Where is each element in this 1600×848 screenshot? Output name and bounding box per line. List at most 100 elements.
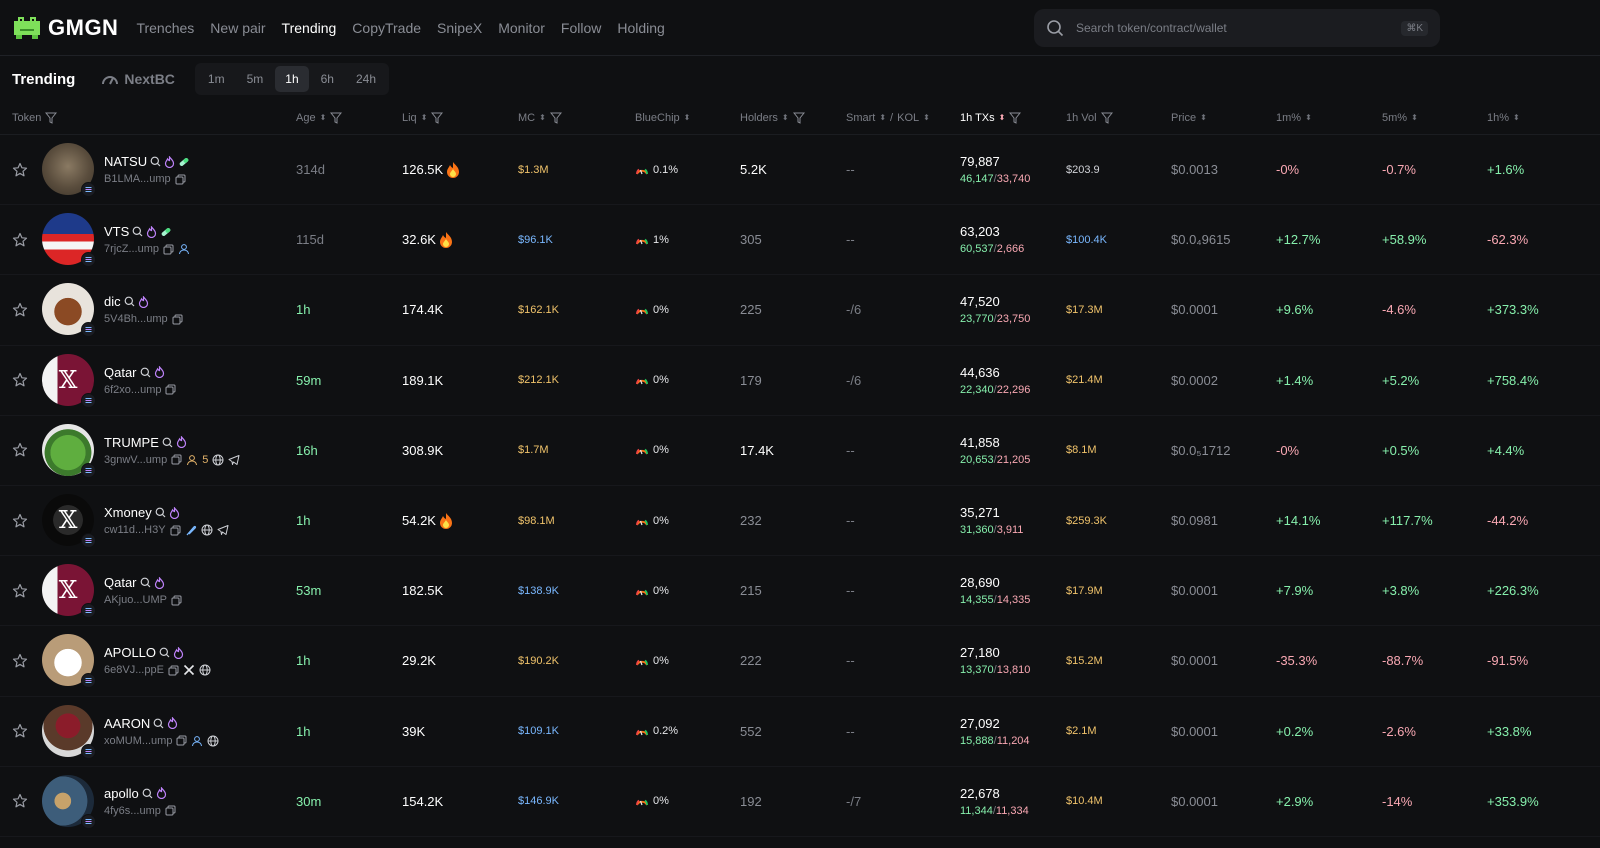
feather-icon[interactable] — [185, 524, 197, 536]
nav-holding[interactable]: Holding — [617, 20, 664, 36]
favorite-star-icon[interactable] — [12, 205, 28, 274]
filter-icon[interactable] — [1009, 112, 1022, 124]
col-vol[interactable]: 1h Vol — [1066, 102, 1113, 134]
user-icon[interactable] — [191, 735, 203, 747]
col-txs[interactable]: 1h TXs ⬍ — [960, 102, 1022, 134]
nav-trenches[interactable]: Trenches — [136, 20, 194, 36]
col-5m[interactable]: 5m% ⬍ — [1382, 102, 1418, 134]
globe-icon[interactable] — [212, 454, 224, 466]
copy-icon[interactable] — [165, 805, 176, 816]
search-token-icon[interactable] — [124, 296, 135, 307]
filter-icon[interactable] — [45, 112, 58, 124]
favorite-star-icon[interactable] — [12, 767, 28, 836]
col-1h[interactable]: 1h% ⬍ — [1487, 102, 1520, 134]
nextbc-tab[interactable]: NextBC — [101, 71, 175, 87]
col-bluechip[interactable]: BlueChip ⬍ — [635, 102, 690, 134]
x-twitter-icon[interactable] — [183, 664, 195, 676]
timeframe-1h[interactable]: 1h — [275, 66, 309, 92]
token-avatar[interactable]: 𝕏 — [42, 564, 96, 619]
token-avatar[interactable] — [42, 774, 96, 829]
copy-icon[interactable] — [171, 595, 182, 606]
copy-icon[interactable] — [170, 525, 181, 536]
token-name[interactable]: NATSU — [104, 154, 147, 169]
timeframe-6h[interactable]: 6h — [311, 66, 344, 92]
favorite-star-icon[interactable] — [12, 135, 28, 204]
search-token-icon[interactable] — [153, 718, 164, 729]
table-row[interactable]: AARON xoMUM...ump 1h 39K $109.1K 0.2% 552 -- 27,… — [0, 697, 1600, 767]
nav-new-pair[interactable]: New pair — [210, 20, 265, 36]
col-holders[interactable]: Holders ⬍ — [740, 102, 805, 134]
timeframe-1m[interactable]: 1m — [198, 66, 235, 92]
token-name[interactable]: apollo — [104, 786, 139, 801]
token-name[interactable]: Qatar — [104, 575, 137, 590]
favorite-star-icon[interactable] — [12, 275, 28, 344]
token-name[interactable]: TRUMPE — [104, 435, 159, 450]
filter-icon[interactable] — [549, 112, 562, 124]
search-token-icon[interactable] — [140, 577, 151, 588]
token-name[interactable]: Qatar — [104, 365, 137, 380]
filter-icon[interactable] — [1100, 112, 1113, 124]
col-price[interactable]: Price ⬍ — [1171, 102, 1207, 134]
token-avatar[interactable]: 𝕏 — [42, 493, 96, 548]
table-row[interactable]: NATSU B1LMA...ump 314d 126.5K $1.3M 0.1% 5.2K -… — [0, 135, 1600, 206]
copy-icon[interactable] — [168, 665, 179, 676]
token-avatar[interactable] — [42, 213, 96, 268]
col-1m[interactable]: 1m% ⬍ — [1276, 102, 1312, 134]
table-row[interactable]: apollo 4fy6s...ump 30m 154.2K $146.9K 0% 192 -/… — [0, 767, 1600, 837]
token-avatar[interactable]: 𝕏 — [42, 353, 96, 408]
copy-icon[interactable] — [175, 174, 186, 185]
search-token-icon[interactable] — [142, 788, 153, 799]
copy-icon[interactable] — [176, 735, 187, 746]
token-name[interactable]: AARON — [104, 716, 150, 731]
telegram-icon[interactable] — [228, 454, 240, 466]
copy-icon[interactable] — [163, 244, 174, 255]
filter-icon[interactable] — [431, 112, 444, 124]
token-name[interactable]: dic — [104, 294, 121, 309]
filter-icon[interactable] — [330, 112, 343, 124]
nav-monitor[interactable]: Monitor — [498, 20, 545, 36]
favorite-star-icon[interactable] — [12, 697, 28, 766]
table-row[interactable]: 𝕏 Qatar 6f2xo...ump 59m 189.1K $212.1K 0% 179 -/… — [0, 346, 1600, 416]
nav-follow[interactable]: Follow — [561, 20, 601, 36]
search-token-icon[interactable] — [162, 437, 173, 448]
token-avatar[interactable] — [42, 634, 96, 689]
table-row[interactable]: TRUMPE 3gnwV...ump 5 16h 308.9K $1.7M 0% 17.4K -… — [0, 416, 1600, 486]
copy-icon[interactable] — [171, 454, 182, 465]
token-avatar[interactable] — [42, 283, 96, 338]
search-token-icon[interactable] — [159, 647, 170, 658]
col-liq[interactable]: Liq ⬍ — [402, 102, 444, 134]
table-row[interactable]: 𝕏 Qatar AKjuo...UMP 53m 182.5K $138.9K 0% 215 --… — [0, 556, 1600, 627]
nav-trending[interactable]: Trending — [282, 20, 337, 36]
search-token-icon[interactable] — [155, 507, 166, 518]
search-input[interactable] — [1074, 20, 1402, 36]
col-age[interactable]: Age ⬍ — [296, 102, 343, 134]
token-name[interactable]: APOLLO — [104, 645, 156, 660]
search-token-icon[interactable] — [150, 156, 161, 167]
nav-snipex[interactable]: SnipeX — [437, 20, 482, 36]
token-avatar[interactable] — [42, 143, 96, 197]
logo[interactable]: GMGN — [12, 13, 118, 43]
token-avatar[interactable] — [42, 704, 96, 759]
user-icon[interactable] — [178, 243, 190, 255]
token-name[interactable]: VTS — [104, 224, 129, 239]
timeframe-5m[interactable]: 5m — [237, 66, 274, 92]
favorite-star-icon[interactable] — [12, 416, 28, 485]
favorite-star-icon[interactable] — [12, 626, 28, 695]
search-token-icon[interactable] — [140, 367, 151, 378]
col-mc[interactable]: MC ⬍ — [518, 102, 562, 134]
copy-icon[interactable] — [165, 384, 176, 395]
timeframe-24h[interactable]: 24h — [346, 66, 386, 92]
table-row[interactable]: VTS 7rjcZ...ump 115d 32.6K $96.1K 1% 305 -- 63,2… — [0, 205, 1600, 276]
nav-copytrade[interactable]: CopyTrade — [352, 20, 421, 36]
search-token-icon[interactable] — [132, 226, 143, 237]
token-name[interactable]: Xmoney — [104, 505, 152, 520]
filter-icon[interactable] — [792, 112, 805, 124]
table-row[interactable]: APOLLO 6e8VJ...ppE 1h 29.2K $190.2K 0% 222 -- 27… — [0, 626, 1600, 697]
user-icon[interactable] — [186, 454, 198, 466]
globe-icon[interactable] — [201, 524, 213, 536]
col-smart-kol[interactable]: Smart ⬍ / KOL ⬍ — [846, 102, 930, 134]
favorite-star-icon[interactable] — [12, 346, 28, 415]
token-avatar[interactable] — [42, 423, 96, 478]
col-token[interactable]: Token — [12, 102, 58, 134]
copy-icon[interactable] — [172, 314, 183, 325]
